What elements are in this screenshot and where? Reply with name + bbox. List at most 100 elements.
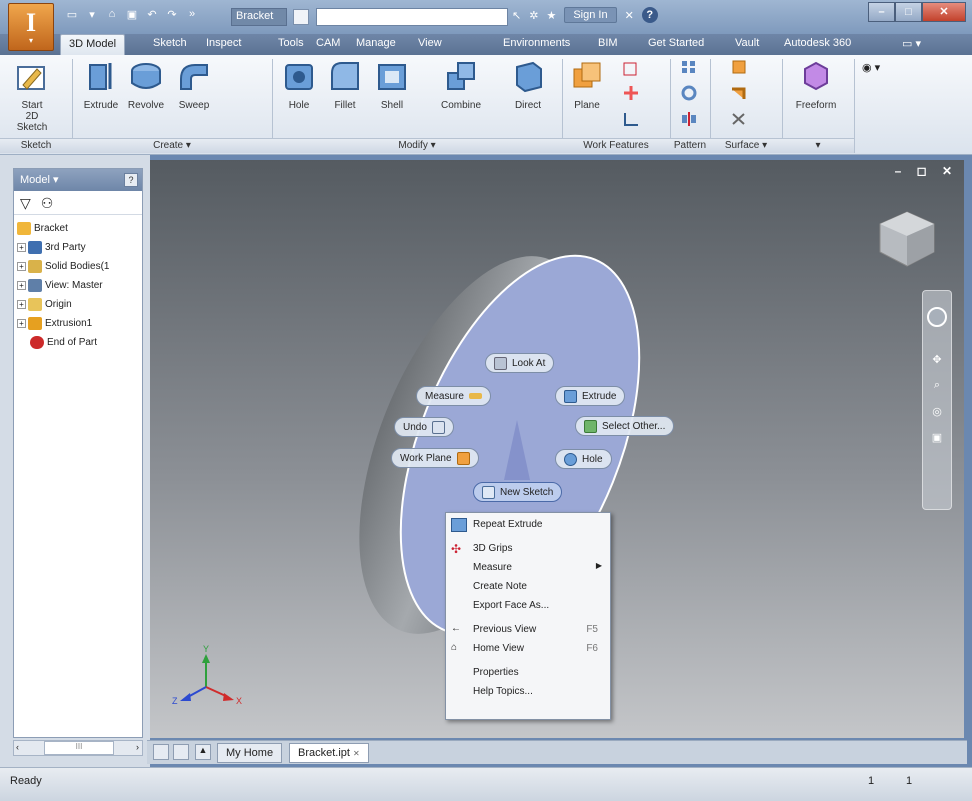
- title-dropdown-icon[interactable]: [293, 9, 309, 25]
- combine-button[interactable]: Combine: [432, 59, 490, 111]
- hole-button[interactable]: Hole: [280, 59, 318, 111]
- close-tab-icon[interactable]: ✕: [353, 749, 360, 758]
- menu-item-export-face[interactable]: Export Face As...: [446, 596, 610, 615]
- tree-item-end-of-part[interactable]: End of Part: [17, 333, 139, 352]
- steering-wheel-icon[interactable]: [927, 307, 947, 327]
- rectangular-pattern-icon[interactable]: [680, 59, 698, 75]
- cascade-windows-icon[interactable]: [173, 744, 189, 760]
- marking-extrude[interactable]: Extrude: [555, 386, 626, 406]
- undo-icon[interactable]: ↶: [144, 8, 160, 24]
- tab-vault[interactable]: Vault: [735, 37, 759, 49]
- minimize-button[interactable]: –: [868, 2, 895, 22]
- extrude-button[interactable]: Extrude: [80, 59, 122, 111]
- help-icon[interactable]: ?: [641, 7, 658, 23]
- redo-icon[interactable]: ↷: [164, 8, 180, 24]
- expand-icon[interactable]: +: [17, 281, 26, 290]
- menu-item-measure[interactable]: Measure ▶: [446, 558, 610, 577]
- scroll-left-icon[interactable]: ‹: [16, 742, 19, 752]
- panel-options-icon[interactable]: ◉ ▾: [862, 61, 894, 79]
- menu-item-home-view[interactable]: ⌂ Home View F6: [446, 639, 610, 658]
- menu-item-properties[interactable]: Properties: [446, 663, 610, 682]
- fillet-button[interactable]: Fillet: [326, 59, 364, 111]
- marking-new-sketch[interactable]: New Sketch: [473, 482, 563, 502]
- search-help-icon[interactable]: ↖: [512, 9, 521, 22]
- tab-inspect[interactable]: Inspect: [206, 37, 241, 49]
- ucs-icon[interactable]: [622, 111, 640, 127]
- sweep-button[interactable]: Sweep: [172, 59, 216, 111]
- open-folder-icon[interactable]: ⌂: [104, 8, 120, 24]
- browser-horizontal-scrollbar[interactable]: ‹ III ›: [13, 740, 143, 756]
- tab-my-home[interactable]: My Home: [217, 743, 283, 763]
- scroll-thumb[interactable]: III: [44, 741, 114, 755]
- expand-icon[interactable]: +: [17, 243, 26, 252]
- subscription-icon[interactable]: ✲: [529, 9, 538, 22]
- mirror-icon[interactable]: [680, 111, 698, 127]
- surface-group-label[interactable]: Surface ▾: [710, 138, 782, 153]
- look-at-nav-icon[interactable]: ▣: [930, 431, 944, 445]
- revolve-button[interactable]: Revolve: [124, 59, 168, 111]
- menu-item-previous-view[interactable]: ← Previous View F5: [446, 620, 610, 639]
- stitch-icon[interactable]: [730, 85, 748, 101]
- marking-work-plane[interactable]: Work Plane: [391, 448, 479, 468]
- orbit-icon[interactable]: ◎: [930, 405, 944, 419]
- tab-cam[interactable]: CAM: [316, 37, 340, 49]
- search-input[interactable]: [316, 8, 508, 26]
- tab-view[interactable]: View: [418, 37, 442, 49]
- expand-icon[interactable]: +: [17, 319, 26, 328]
- exchange-icon[interactable]: ✕: [625, 9, 634, 22]
- browser-help-button[interactable]: ?: [124, 173, 138, 187]
- tree-item-3rd-party[interactable]: + 3rd Party: [17, 238, 139, 257]
- patch-icon[interactable]: [730, 111, 748, 127]
- close-button[interactable]: ✕: [922, 2, 966, 22]
- circular-pattern-icon[interactable]: [680, 85, 698, 101]
- tab-bracket-ipt[interactable]: Bracket.ipt ✕: [289, 743, 369, 763]
- direct-button[interactable]: Direct: [508, 59, 548, 111]
- application-menu-button[interactable]: I ▾: [8, 3, 54, 51]
- new-file-icon[interactable]: ▭: [64, 8, 80, 24]
- filter-icon[interactable]: ▽: [20, 195, 31, 211]
- find-icon[interactable]: ⚇: [41, 195, 54, 211]
- tile-windows-icon[interactable]: [153, 744, 169, 760]
- tab-manage[interactable]: Manage: [356, 37, 396, 49]
- thicken-icon[interactable]: [730, 59, 748, 75]
- freeform-button[interactable]: Freeform: [790, 59, 842, 111]
- expand-icon[interactable]: +: [17, 300, 26, 309]
- marking-hole[interactable]: Hole: [555, 449, 612, 469]
- shell-button[interactable]: Shell: [372, 59, 412, 111]
- create-group-label[interactable]: Create ▾: [72, 138, 272, 153]
- tree-item-view-master[interactable]: + View: Master: [17, 276, 139, 295]
- marking-measure[interactable]: Measure: [416, 386, 491, 406]
- marking-select-other[interactable]: Select Other...: [575, 416, 675, 436]
- menu-item-create-note[interactable]: Create Note: [446, 577, 610, 596]
- tree-item-extrusion1[interactable]: + Extrusion1: [17, 314, 139, 333]
- tree-item-origin[interactable]: + Origin: [17, 295, 139, 314]
- tab-autodesk-360[interactable]: Autodesk 360: [784, 37, 851, 49]
- start-2d-sketch-button[interactable]: Start 2D Sketch: [12, 59, 52, 133]
- marking-look-at[interactable]: Look At: [485, 353, 555, 373]
- freeform-group-label[interactable]: ▾: [782, 138, 854, 153]
- tab-environments[interactable]: Environments: [503, 37, 570, 49]
- menu-item-3d-grips[interactable]: ✣ 3D Grips: [446, 539, 610, 558]
- work-point-icon[interactable]: [622, 85, 640, 101]
- favorites-icon[interactable]: ★: [546, 9, 556, 22]
- marking-undo[interactable]: Undo: [394, 417, 454, 437]
- tab-bim[interactable]: BIM: [598, 37, 618, 49]
- pan-icon[interactable]: ✥: [930, 353, 944, 367]
- expand-icon[interactable]: +: [17, 262, 26, 271]
- work-axis-icon[interactable]: [622, 61, 640, 77]
- tree-item-solid-bodies[interactable]: + Solid Bodies(1: [17, 257, 139, 276]
- menu-item-help-topics[interactable]: Help Topics...: [446, 682, 610, 701]
- tree-item-bracket[interactable]: Bracket: [17, 219, 139, 238]
- plane-button[interactable]: Plane: [568, 59, 606, 111]
- tab-tools[interactable]: Tools: [278, 37, 304, 49]
- browser-title[interactable]: Model ▾: [20, 174, 59, 186]
- save-icon[interactable]: ▣: [124, 8, 140, 24]
- open-documents-icon[interactable]: ▲: [195, 744, 211, 760]
- ribbon-options-icon[interactable]: ▭ ▾: [902, 37, 921, 50]
- qat-more-icon[interactable]: »: [184, 8, 200, 24]
- tab-sketch[interactable]: Sketch: [153, 37, 187, 49]
- tab-3d-model[interactable]: 3D Model: [60, 34, 126, 55]
- maximize-button[interactable]: □: [895, 2, 922, 22]
- scroll-right-icon[interactable]: ›: [136, 742, 139, 752]
- sign-in-button[interactable]: Sign In: [564, 7, 617, 23]
